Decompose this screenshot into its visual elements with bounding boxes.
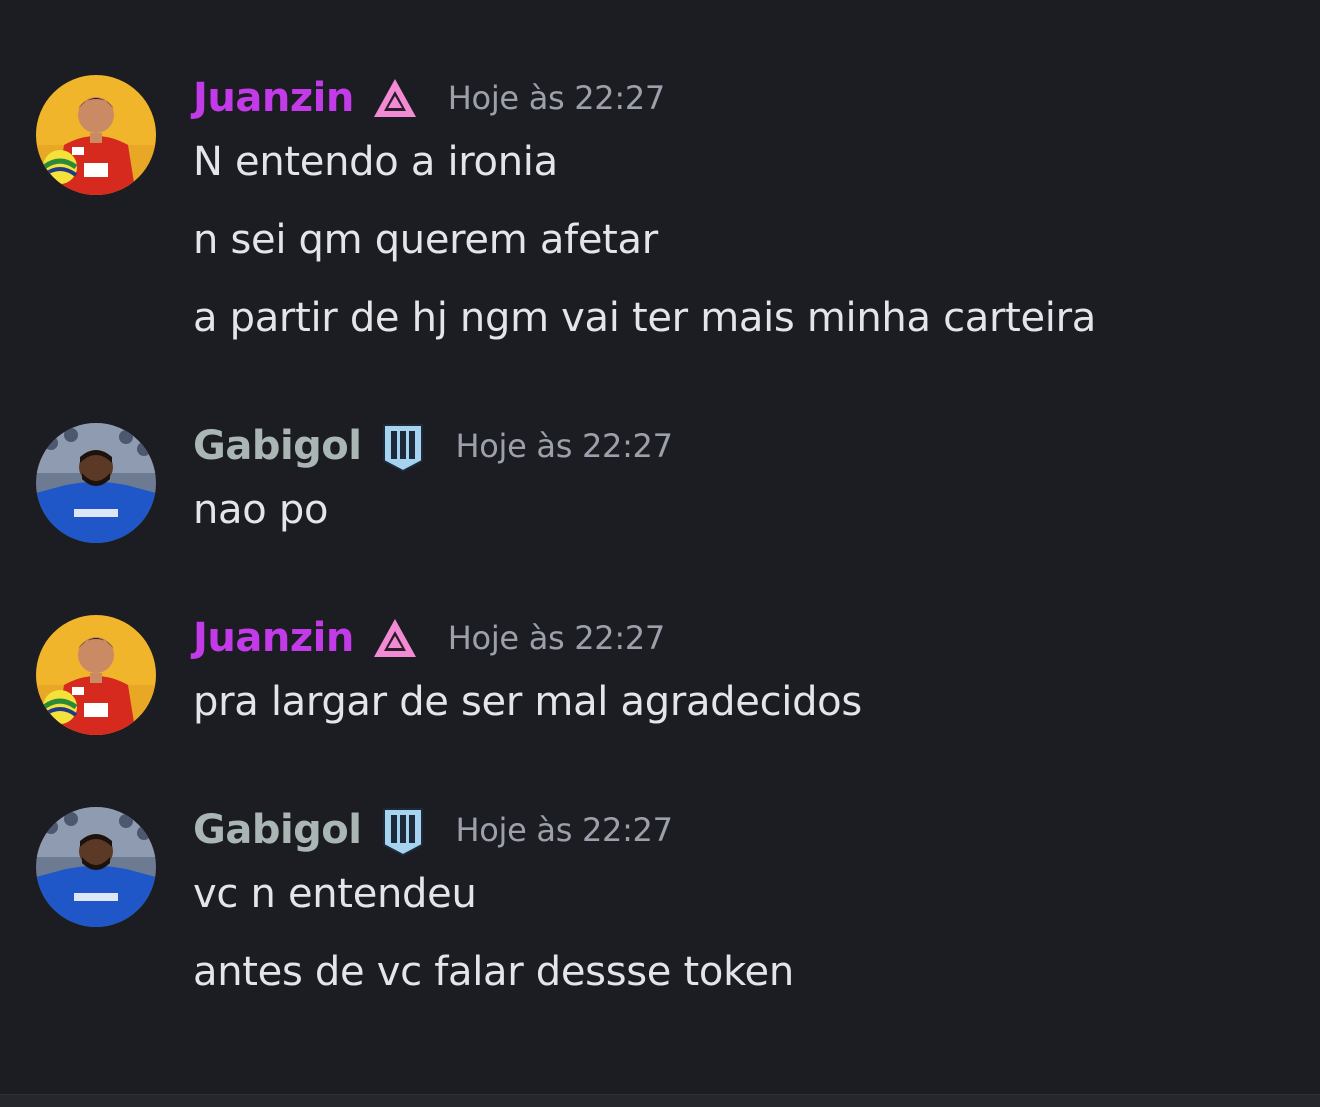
message-header: Gabigol Hoje às 22:27: [193, 420, 673, 473]
message-line: pra largar de ser mal agradecidos: [193, 679, 862, 725]
avatar[interactable]: [36, 807, 156, 927]
message-line: N entendo a ironia: [193, 139, 558, 185]
message-line: vc n entendeu: [193, 871, 477, 917]
message-line: nao po: [193, 487, 329, 533]
timestamp: Hoje às 22:27: [455, 427, 673, 465]
timestamp: Hoje às 22:27: [447, 79, 665, 117]
message-header: Gabigol Hoje às 22:27: [193, 804, 673, 857]
blue-stripes-shield-icon[interactable]: [380, 423, 426, 473]
bottom-divider: [0, 1094, 1320, 1107]
message-line: a partir de hj ngm vai ter mais minha ca…: [193, 295, 1096, 341]
pink-triangle-icon[interactable]: [372, 75, 418, 121]
timestamp: Hoje às 22:27: [447, 619, 665, 657]
username[interactable]: Gabigol: [193, 420, 362, 472]
avatar[interactable]: [36, 615, 156, 735]
message-line: n sei qm querem afetar: [193, 217, 658, 263]
message-line: antes de vc falar dessse token: [193, 949, 794, 995]
message-header: Juanzin Hoje às 22:27: [193, 72, 665, 124]
username[interactable]: Juanzin: [193, 612, 354, 664]
pink-triangle-icon[interactable]: [372, 615, 418, 661]
username[interactable]: Gabigol: [193, 804, 362, 856]
message-header: Juanzin Hoje às 22:27: [193, 612, 665, 664]
username[interactable]: Juanzin: [193, 72, 354, 124]
chat-messages: Juanzin Hoje às 22:27 N entendo a ironia…: [0, 0, 1320, 1094]
blue-stripes-shield-icon[interactable]: [380, 807, 426, 857]
timestamp: Hoje às 22:27: [455, 811, 673, 849]
avatar[interactable]: [36, 75, 156, 195]
avatar[interactable]: [36, 423, 156, 543]
